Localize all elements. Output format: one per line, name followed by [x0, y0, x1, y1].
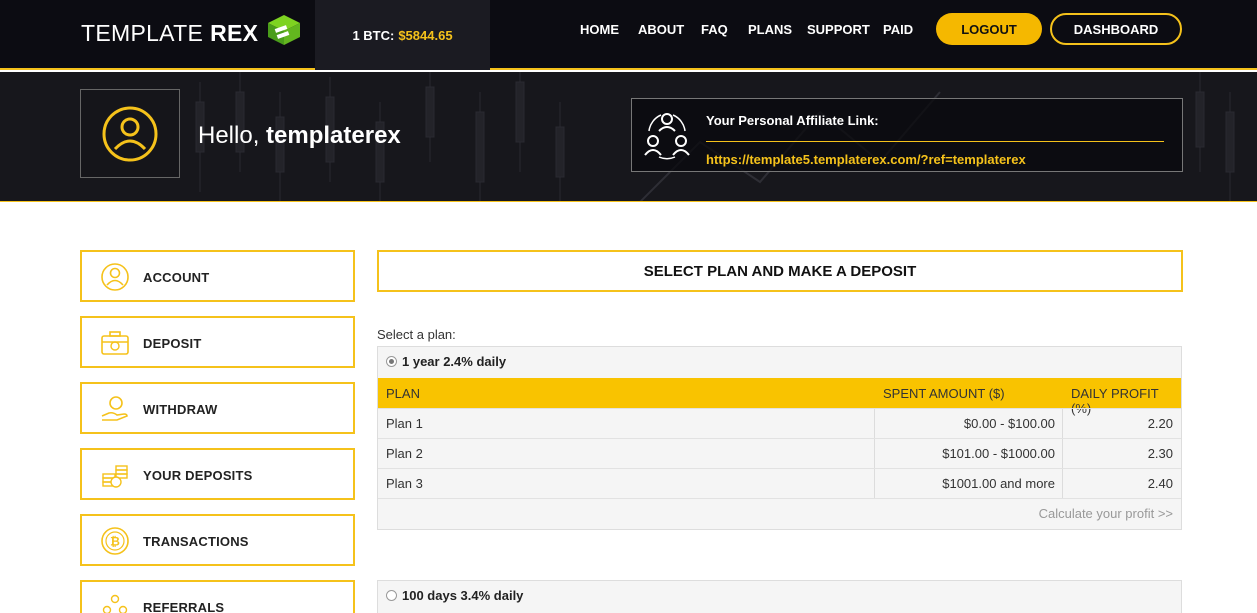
logo[interactable]: TEMPLATE REX [81, 15, 302, 48]
bitcoin-icon: ₿ [101, 527, 129, 555]
btc-price-box: 1 BTC: $5844.65 [315, 0, 490, 70]
greeting-text: Hello, [198, 122, 260, 149]
cell-amount: $101.00 - $1000.00 [942, 446, 1055, 461]
avatar [80, 89, 180, 178]
sidebar-item-label: ACCOUNT [143, 270, 210, 285]
plan-option[interactable]: 100 days 3.4% daily [386, 588, 523, 603]
nav-support[interactable]: SUPPORT [807, 22, 870, 37]
plan-radio-selected[interactable] [386, 356, 397, 367]
sidebar-item-withdraw[interactable]: WITHDRAW [80, 382, 355, 434]
btc-value: $5844.65 [398, 27, 453, 43]
coin-stack-icon [102, 465, 128, 488]
table-row: Plan 1 $0.00 - $100.00 2.20 [378, 408, 1181, 439]
column-divider [1062, 469, 1063, 499]
affiliate-link-box: Your Personal Affiliate Link: https://te… [631, 98, 1183, 172]
top-navbar: TEMPLATE REX 1 BTC: $5844.65 HOME ABOUT … [0, 0, 1257, 70]
referrals-icon [102, 594, 128, 613]
logo-text-regular: TEMPLATE [81, 19, 204, 46]
table-row: Plan 2 $101.00 - $1000.00 2.30 [378, 438, 1181, 469]
user-avatar-icon [102, 106, 158, 161]
account-hero: Hello, templaterex Your Personal Affilia… [0, 72, 1257, 202]
sidebar-item-label: DEPOSIT [143, 336, 202, 351]
user-circle-icon [101, 263, 129, 291]
select-plan-label: Select a plan: [377, 327, 456, 342]
dashboard-button[interactable]: DASHBOARD [1050, 13, 1182, 45]
column-divider [874, 439, 875, 469]
briefcase-coin-icon [101, 331, 129, 355]
username: templaterex [266, 122, 401, 149]
column-divider [874, 409, 875, 439]
sidebar-item-account[interactable]: ACCOUNT [80, 250, 355, 302]
logo-text-bold: REX [210, 19, 259, 46]
cell-plan: Plan 3 [386, 476, 423, 491]
cell-profit: 2.20 [1147, 416, 1173, 431]
affiliate-divider [706, 141, 1164, 142]
plan-radio[interactable] [386, 590, 397, 601]
col-plan: PLAN [386, 386, 420, 401]
hand-coin-icon [101, 396, 128, 421]
column-divider [874, 469, 875, 499]
plan-card-2: 100 days 3.4% daily [377, 580, 1182, 613]
nav-about[interactable]: ABOUT [638, 22, 684, 37]
col-spent-amount: SPENT AMOUNT ($) [883, 386, 1005, 401]
column-divider [1062, 409, 1063, 439]
plan-table-header: PLAN SPENT AMOUNT ($) DAILY PROFIT (%) [378, 378, 1181, 416]
plan-name: 100 days 3.4% daily [402, 588, 524, 603]
nav-faq[interactable]: FAQ [701, 22, 728, 37]
cell-profit: 2.30 [1147, 446, 1173, 461]
svg-text:₿: ₿ [110, 535, 120, 549]
btc-label: 1 BTC: [352, 27, 395, 43]
sidebar-item-label: REFERRALS [143, 600, 225, 613]
cell-plan: Plan 2 [386, 446, 423, 461]
logout-button[interactable]: LOGOUT [936, 13, 1042, 45]
sidebar-item-transactions[interactable]: ₿ TRANSACTIONS [80, 514, 355, 566]
cell-profit: 2.40 [1147, 476, 1173, 491]
logo-cube-icon [266, 13, 302, 53]
affiliate-title: Your Personal Affiliate Link: [706, 113, 879, 128]
calculate-profit-link[interactable]: Calculate your profit >> [1039, 506, 1173, 521]
page-title: SELECT PLAN AND MAKE A DEPOSIT [377, 250, 1183, 292]
sidebar-item-label: WITHDRAW [143, 402, 218, 417]
cell-plan: Plan 1 [386, 416, 423, 431]
sidebar-item-your-deposits[interactable]: YOUR DEPOSITS [80, 448, 355, 500]
cell-amount: $0.00 - $100.00 [963, 416, 1055, 431]
plan-name: 1 year 2.4% daily [402, 354, 507, 369]
nav-paid[interactable]: PAID [883, 22, 913, 37]
nav-home[interactable]: HOME [580, 22, 619, 37]
table-bottom-border [378, 498, 1181, 499]
affiliate-network-icon [644, 113, 690, 160]
greeting: Hello, templaterex [198, 122, 401, 150]
cell-amount: $1001.00 and more [942, 476, 1055, 491]
sidebar-item-label: TRANSACTIONS [143, 534, 249, 549]
table-row: Plan 3 $1001.00 and more 2.40 [378, 468, 1181, 499]
nav-plans[interactable]: PLANS [748, 22, 792, 37]
sidebar-item-label: YOUR DEPOSITS [143, 468, 253, 483]
affiliate-link[interactable]: https://template5.templaterex.com/?ref=t… [706, 152, 1026, 167]
sidebar-item-deposit[interactable]: DEPOSIT [80, 316, 355, 368]
sidebar-item-referrals[interactable]: REFERRALS [80, 580, 355, 613]
plan-card-1: 1 year 2.4% daily PLAN SPENT AMOUNT ($) … [377, 346, 1182, 530]
plan-option[interactable]: 1 year 2.4% daily [386, 354, 506, 369]
column-divider [1062, 439, 1063, 469]
